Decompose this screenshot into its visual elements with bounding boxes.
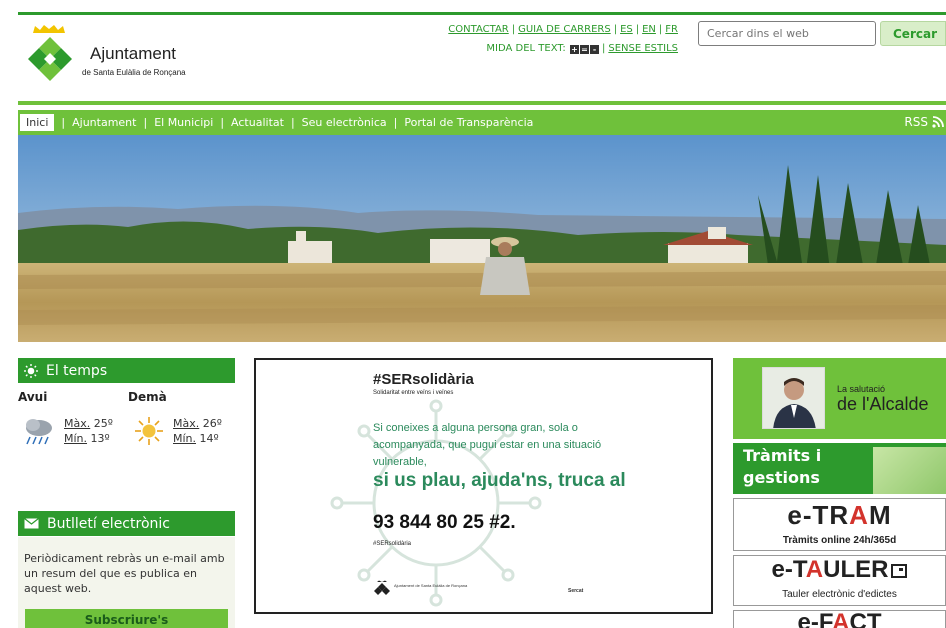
efact-logo: e-FACT [734, 610, 945, 628]
weather-today-values: Màx. 25º Mín. 13º [64, 416, 113, 446]
main-nav: Inici | Ajuntament | El Municipi | Actua… [18, 110, 946, 135]
hero-wheat-field-image [18, 135, 946, 342]
logo-subtitle: de Santa Eulàlia de Ronçana [82, 68, 186, 77]
etauler-logo-suffix: ULER [823, 556, 889, 583]
newsletter-text: Periòdicament rebràs un e-mail amb un re… [24, 552, 225, 595]
etram-logo-prefix: e-TR [787, 500, 850, 530]
efact-logo-prefix: e-F [797, 610, 833, 628]
lang-en-link[interactable]: EN [642, 24, 656, 35]
efact-banner[interactable]: e-FACT [733, 610, 946, 628]
weather-tomorrow-values: Màx. 26º Mín. 14º [173, 416, 222, 446]
banner-title: #SERsolidària [373, 371, 474, 388]
banner-logo-text: Ajuntament de Santa Eulàlia de Ronçana [394, 583, 468, 588]
nav-item-ajuntament[interactable]: Ajuntament [65, 116, 143, 129]
banner-logo-icon [374, 580, 390, 595]
utility-links: CONTACTAR | GUIA DE CARRERS | ES | EN | FR MIDA … [448, 24, 678, 54]
search-button[interactable]: Cercar [880, 21, 946, 46]
newsletter-title: Butlletí electrònic [47, 515, 170, 532]
etram-banner[interactable]: e-TRAM Tràmits online 24h/365d [733, 498, 946, 551]
weather-today-max-label: Màx. [64, 417, 91, 430]
etram-logo-red: A [849, 500, 869, 530]
top-rule [18, 12, 946, 15]
sun-small-icon [24, 363, 38, 378]
contact-link[interactable]: CONTACTAR [448, 24, 508, 35]
text-size-decrease-button[interactable]: - [589, 45, 599, 54]
mayor-greeting-small: La salutació [837, 384, 886, 394]
no-styles-link[interactable]: SENSE ESTILS [608, 43, 678, 54]
envelope-icon [24, 518, 39, 529]
banner-partner: Sercat [568, 588, 584, 594]
weather-tomorrow-max-label: Màx. [173, 417, 200, 430]
etauler-logo: e-TAULER [734, 556, 945, 584]
text-size-label: MIDA DEL TEXT: [486, 43, 566, 54]
etram-subtitle: Tràmits online 24h/365d [782, 535, 897, 546]
weather-tomorrow-min: 14º [196, 432, 219, 445]
text-size-increase-button[interactable]: + [569, 45, 579, 54]
etram-logo: e-TRAM [734, 500, 945, 531]
weather-header: El temps [18, 358, 235, 383]
rss-icon [932, 116, 944, 128]
etram-logo-suffix: M [868, 500, 892, 530]
leaf-image [873, 447, 946, 494]
mayor-photo [762, 367, 825, 429]
weather-today-min-label: Mín. [64, 432, 88, 445]
text-size-reset-button[interactable]: = [579, 45, 589, 54]
weather-tomorrow-min-label: Mín. [173, 432, 197, 445]
tramits-banner[interactable]: Tràmits i gestions [733, 443, 946, 494]
mayor-greeting-banner[interactable]: La salutació de l'Alcalde [733, 358, 946, 439]
efact-logo-red: A [832, 610, 850, 628]
banner-text: Si coneixes a alguna persona gran, sola … [373, 422, 602, 468]
rain-cloud-icon [26, 419, 52, 445]
nav-item-municipi[interactable]: El Municipi [147, 116, 220, 129]
mayor-portrait-icon [763, 368, 824, 428]
nav-top-rule [18, 101, 946, 105]
banner-subtitle: Solidaritat entre veïns i veïnes [373, 390, 454, 396]
banner-call: si us plau, ajuda'ns, truca al [373, 470, 626, 491]
rss-link[interactable]: RSS [904, 115, 944, 129]
mayor-greeting-big: de l'Alcalde [837, 394, 929, 414]
weather-today-min: 13º [87, 432, 110, 445]
newsletter-panel: Periòdicament rebràs un e-mail amb un re… [18, 537, 235, 628]
weather-tomorrow-max: 26º [199, 417, 222, 430]
diamonds-emblem-icon [28, 37, 72, 81]
weather-title: El temps [46, 362, 108, 379]
nav-item-inici[interactable]: Inici [20, 114, 55, 131]
weather-today-label: Avui [18, 390, 48, 404]
banner-hashtag: #SERsolidària [373, 541, 412, 547]
board-icon [891, 564, 908, 578]
banner-phone: 93 844 80 25 #2. [373, 512, 516, 533]
nav-item-seu-electronica[interactable]: Seu electrònica [295, 116, 394, 129]
tramits-label: Tràmits i gestions [743, 446, 822, 487]
lang-es-link[interactable]: ES [620, 24, 633, 35]
sun-icon [135, 417, 163, 445]
efact-logo-suffix: CT [849, 610, 882, 628]
weather-today-max: 25º [90, 417, 113, 430]
rss-label: RSS [904, 115, 928, 129]
street-guide-link[interactable]: GUIA DE CARRERS [518, 24, 611, 35]
etauler-subtitle: Tauler electrònic d'edictes [782, 589, 897, 600]
nav-item-actualitat[interactable]: Actualitat [224, 116, 291, 129]
site-logo[interactable]: Ajuntament de Santa Eulàlia de Ronçana [22, 20, 212, 92]
etauler-logo-prefix: e-T [771, 556, 806, 583]
crown-icon [33, 25, 65, 33]
nav-item-transparencia[interactable]: Portal de Transparència [397, 116, 540, 129]
weather-tomorrow-label: Demà [128, 390, 167, 404]
subscribe-button[interactable]: Subscriure's [25, 609, 228, 628]
sersolidaria-banner[interactable]: #SERsolidària Solidaritat entre veïns i … [254, 358, 713, 614]
newsletter-header: Butlletí electrònic [18, 511, 235, 536]
search-input[interactable] [698, 21, 876, 46]
logo-title: Ajuntament [90, 44, 176, 63]
lang-fr-link[interactable]: FR [665, 24, 678, 35]
etauler-logo-red: A [805, 556, 824, 583]
etauler-banner[interactable]: e-TAULER Tauler electrònic d'edictes [733, 555, 946, 606]
